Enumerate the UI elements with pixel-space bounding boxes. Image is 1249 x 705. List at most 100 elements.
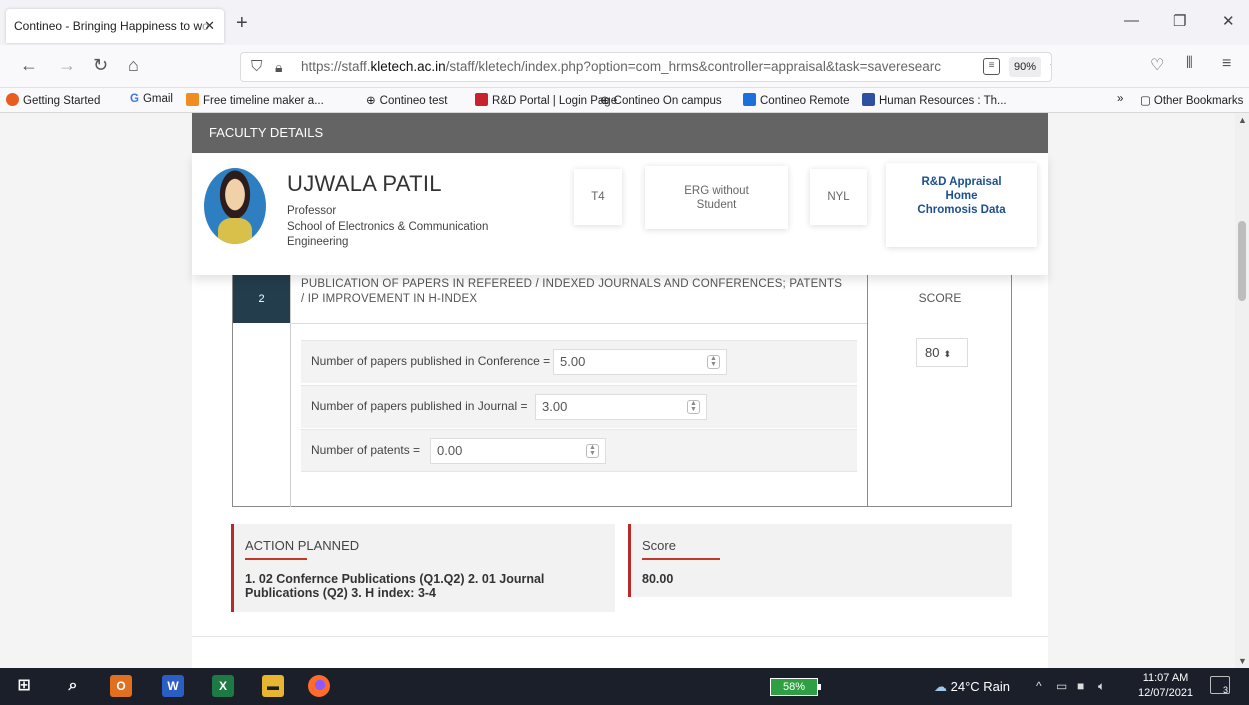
- network-icon[interactable]: ▭: [1056, 679, 1067, 693]
- journal-papers-value: 3.00: [542, 399, 568, 414]
- bookmarks-toolbar: Getting Started G Gmail Free timeline mak…: [0, 88, 1249, 113]
- restore-icon[interactable]: ❐: [1173, 12, 1186, 30]
- quick-links: R&D Appraisal Home Chromosis Data: [886, 163, 1037, 247]
- appraisal-card: FACULTY DETAILS UJWALA PATIL Professor S…: [192, 113, 1048, 668]
- firefox-icon[interactable]: [308, 675, 330, 697]
- url-text[interactable]: https://staff.kletech.ac.in/staff/kletec…: [301, 53, 981, 81]
- browser-tab[interactable]: Contineo - Bringing Happiness to wo ✕: [6, 9, 224, 43]
- notification-center-icon[interactable]: 3: [1210, 676, 1230, 695]
- excel-icon[interactable]: X: [212, 675, 234, 697]
- show-hidden-icons-icon[interactable]: ^: [1036, 679, 1042, 693]
- forward-icon[interactable]: →: [58, 55, 76, 76]
- home-icon[interactable]: ⌂: [128, 55, 139, 76]
- weather-widget[interactable]: ☁ 24°C Rain: [934, 679, 1010, 695]
- bookmarks-overflow-icon[interactable]: »: [1117, 93, 1123, 105]
- search-icon[interactable]: ⌕: [62, 675, 84, 697]
- google-icon: G: [130, 93, 139, 105]
- globe-icon: ⊕: [600, 95, 610, 107]
- battery-indicator[interactable]: 58%: [770, 678, 821, 696]
- zoom-level[interactable]: 90%: [1009, 57, 1041, 77]
- system-clock[interactable]: 11:07 AM 12/07/2021: [1138, 671, 1193, 701]
- action-planned-text: 1. 02 Confernce Publications (Q1.Q2) 2. …: [245, 572, 544, 600]
- faculty-designation: Professor: [287, 205, 337, 217]
- reader-view-icon[interactable]: ≡: [983, 58, 1000, 75]
- globe-icon: ⊕: [366, 95, 376, 107]
- journal-papers-row: Number of papers published in Journal = …: [301, 385, 857, 428]
- faculty-name: UJWALA PATIL: [287, 171, 442, 196]
- windows-start-icon[interactable]: ⊞: [13, 675, 35, 697]
- menu-icon[interactable]: ≡: [1222, 55, 1231, 73]
- scroll-up-icon[interactable]: ▲: [1238, 115, 1247, 125]
- close-window-icon[interactable]: ✕: [1222, 12, 1235, 30]
- stepper-icon[interactable]: ▲ ▼: [586, 444, 599, 458]
- weather-text: 24°C Rain: [950, 679, 1011, 694]
- select-arrows-icon: ⬍: [943, 349, 952, 359]
- tracking-shield-icon[interactable]: ⛉: [251, 53, 262, 81]
- chromosis-data-link[interactable]: Chromosis Data: [886, 203, 1037, 217]
- close-tab-icon[interactable]: ✕: [204, 9, 215, 43]
- clock-date: 12/07/2021: [1138, 687, 1194, 699]
- rd-appraisal-link[interactable]: R&D Appraisal: [886, 175, 1037, 189]
- minimize-icon[interactable]: —: [1124, 12, 1139, 29]
- bookmark-star-icon[interactable]: ☆: [1049, 53, 1051, 81]
- score-column-divider: [867, 275, 868, 507]
- patents-value: 0.00: [437, 443, 463, 458]
- score-box: Score 80.00: [628, 524, 1012, 597]
- score-select[interactable]: 80 ⬍: [916, 338, 968, 367]
- bookmark-human-resources[interactable]: Human Resources : Th...: [862, 93, 1007, 107]
- action-planned-title: ACTION PLANNED: [245, 538, 360, 553]
- conference-papers-input[interactable]: 5.00 ▲ ▼: [553, 349, 727, 375]
- back-icon[interactable]: ←: [20, 55, 38, 76]
- file-explorer-icon[interactable]: ▬: [262, 675, 284, 697]
- rd-portal-icon: [475, 93, 488, 106]
- library-icon[interactable]: ⫴: [1186, 55, 1193, 73]
- clock-time: 11:07 AM: [1142, 672, 1189, 684]
- new-tab-icon[interactable]: +: [236, 12, 248, 35]
- bookmark-contineo-test[interactable]: ⊕ Contineo test: [366, 93, 447, 107]
- bookmark-contineo-remote[interactable]: Contineo Remote: [743, 93, 850, 107]
- lock-icon[interactable]: 🔒︎: [275, 53, 282, 81]
- patents-label: Number of patents =: [311, 443, 421, 457]
- word-icon[interactable]: W: [162, 675, 184, 697]
- title-underline: [245, 558, 307, 560]
- score-box-value: 80.00: [642, 572, 674, 586]
- section-number: 2: [233, 275, 290, 323]
- action-text-line2: Publications (Q2) 3. H index: 3-4: [245, 586, 437, 600]
- score-select-value: 80: [925, 345, 940, 360]
- nyl-badge: NYL: [810, 169, 867, 225]
- outlook-icon[interactable]: O: [110, 675, 132, 697]
- score-header: SCORE: [918, 291, 962, 305]
- stepper-icon[interactable]: ▲ ▼: [707, 355, 720, 369]
- patents-input[interactable]: 0.00 ▲ ▼: [430, 438, 606, 464]
- section-title: PUBLICATION OF PAPERS IN REFEREED / INDE…: [301, 277, 871, 307]
- page-scrollbar[interactable]: ▲ ▼: [1235, 113, 1249, 668]
- bookmark-contineo-campus[interactable]: ⊕ Contineo On campus: [600, 93, 722, 107]
- conference-papers-label: Number of papers published in Conference…: [311, 354, 551, 368]
- display-icon[interactable]: ■: [1077, 679, 1084, 693]
- volume-icon[interactable]: 🔈︎: [1098, 679, 1105, 694]
- bookmark-rd-portal[interactable]: R&D Portal | Login Page: [475, 93, 617, 107]
- home-link[interactable]: Home: [886, 189, 1037, 203]
- bookmark-timeline[interactable]: Free timeline maker a...: [186, 93, 324, 107]
- section-title-line1: PUBLICATION OF PAPERS IN REFEREED / INDE…: [301, 278, 843, 290]
- erg-badge: ERG without Student: [645, 166, 788, 229]
- journal-papers-input[interactable]: 3.00 ▲ ▼: [535, 394, 707, 420]
- publication-section: 2 PUBLICATION OF PAPERS IN REFEREED / IN…: [232, 275, 1012, 507]
- reload-icon[interactable]: ↻: [93, 55, 108, 76]
- bookmark-getting-started[interactable]: Getting Started: [6, 93, 100, 107]
- number-column-divider: [290, 275, 291, 507]
- folder-icon: ▢: [1140, 95, 1151, 107]
- scrollbar-thumb[interactable]: [1238, 221, 1246, 301]
- page-viewport: FACULTY DETAILS UJWALA PATIL Professor S…: [0, 113, 1249, 668]
- stepper-icon[interactable]: ▲ ▼: [687, 400, 700, 414]
- bookmark-gmail[interactable]: G Gmail: [130, 93, 173, 105]
- pocket-icon[interactable]: ♡: [1150, 55, 1164, 75]
- other-bookmarks[interactable]: ▢ Other Bookmarks: [1140, 93, 1243, 107]
- avatar: [204, 168, 266, 244]
- tab-bar: Contineo - Bringing Happiness to wo ✕ + …: [0, 0, 1249, 45]
- faculty-profile: UJWALA PATIL Professor School of Electro…: [192, 153, 1048, 275]
- url-bar[interactable]: ⛉ 🔒︎ https://staff.kletech.ac.in/staff/k…: [240, 52, 1052, 82]
- scroll-down-icon[interactable]: ▼: [1238, 656, 1247, 666]
- conference-papers-row: Number of papers published in Conference…: [301, 340, 857, 383]
- contineo-remote-icon: [743, 93, 756, 106]
